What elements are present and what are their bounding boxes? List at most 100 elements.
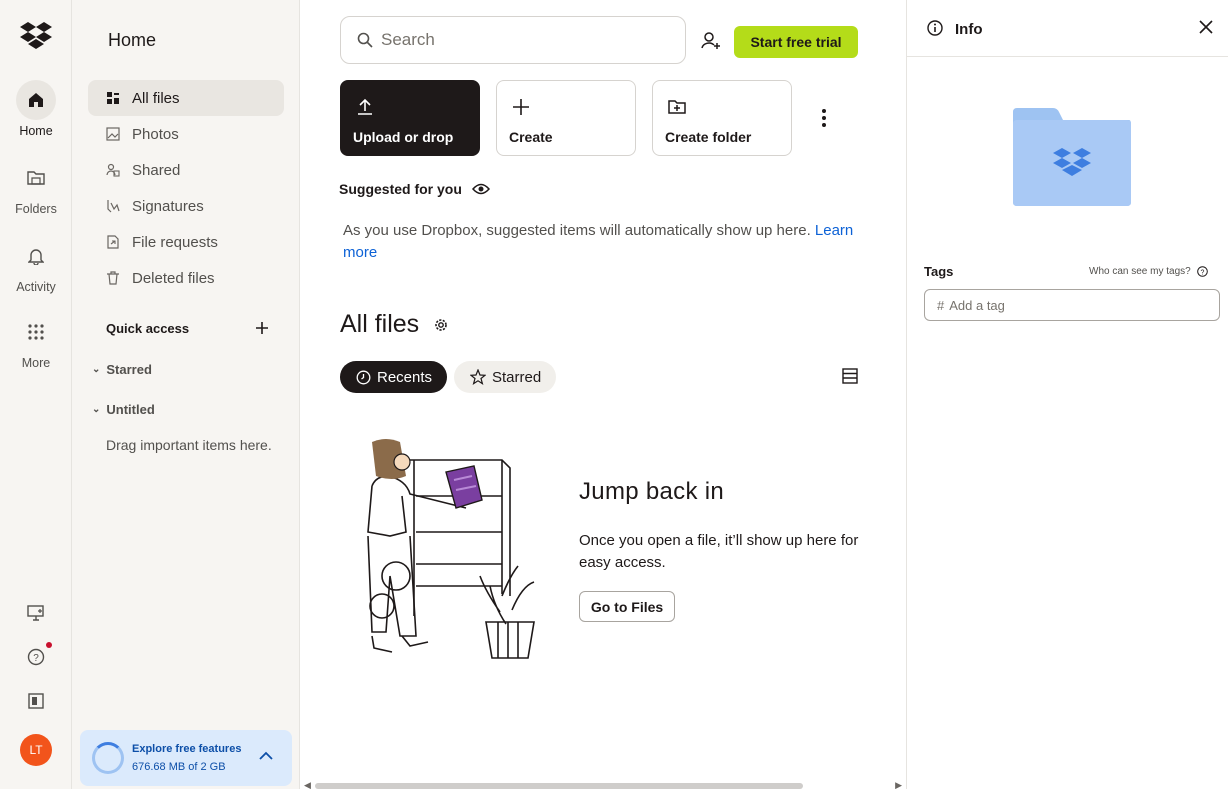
rail-activity-label: Activity xyxy=(16,280,56,294)
storage-ring-icon xyxy=(92,742,124,774)
tag-field[interactable]: # xyxy=(924,289,1220,321)
file-request-icon xyxy=(107,235,119,249)
chevron-down-icon: ⌄ xyxy=(92,364,101,375)
signature-icon xyxy=(107,200,120,213)
desktop-app-button[interactable] xyxy=(0,604,72,622)
plus-icon xyxy=(256,322,268,334)
empty-state-text: Once you open a file, it’ll show up here… xyxy=(579,532,859,571)
app-rail: Home Folders Activity More ? LT xyxy=(0,0,72,789)
help-icon: ? xyxy=(27,648,45,666)
home-icon xyxy=(29,93,43,107)
search-input[interactable] xyxy=(381,30,671,50)
suggested-title: Suggested for you xyxy=(339,181,462,197)
svg-text:?: ? xyxy=(33,653,39,664)
who-can-see-tags-link[interactable]: Who can see my tags? ? xyxy=(1089,266,1208,277)
bell-icon xyxy=(28,249,44,265)
sidebar-item-all-files[interactable]: All files xyxy=(88,80,284,116)
upload-tile[interactable]: Upload or drop xyxy=(340,80,480,156)
sidebar-item-label: All files xyxy=(132,89,180,107)
rail-more[interactable]: More xyxy=(0,312,72,370)
create-folder-tile[interactable]: Create folder xyxy=(652,80,792,156)
upload-label: Upload or drop xyxy=(353,129,454,145)
folder-plus-icon xyxy=(668,100,686,114)
sidebar-item-label: Signatures xyxy=(132,197,204,215)
who-can-see-text: Who can see my tags? xyxy=(1089,266,1191,277)
scroll-left-icon[interactable]: ◀ xyxy=(304,780,311,789)
starred-group-toggle[interactable]: ⌄ Starred xyxy=(92,362,152,377)
add-quick-access-button[interactable] xyxy=(256,318,268,338)
close-icon[interactable] xyxy=(1199,20,1213,34)
list-view-icon[interactable] xyxy=(842,368,858,384)
all-files-icon xyxy=(107,92,119,104)
sidebar-item-file-requests[interactable]: File requests xyxy=(88,224,284,260)
desktop-icon xyxy=(27,605,44,621)
sidebar-nav: All files Photos Shared Signatures File … xyxy=(88,80,284,296)
create-label: Create xyxy=(509,129,553,145)
panel-icon xyxy=(28,693,44,709)
hash-icon: # xyxy=(937,297,945,313)
photo-icon xyxy=(106,127,120,141)
main-content: Start free trial Upload or drop Create C… xyxy=(300,0,906,789)
add-tag-input[interactable] xyxy=(949,297,1210,313)
sidebar-item-label: File requests xyxy=(132,233,218,251)
untitled-group-toggle[interactable]: ⌄ Untitled xyxy=(92,402,155,417)
info-header: Info xyxy=(907,0,1228,57)
create-folder-label: Create folder xyxy=(665,129,752,145)
trash-icon xyxy=(107,271,119,285)
rail-folders[interactable]: Folders xyxy=(0,158,72,216)
all-files-heading: All files xyxy=(340,310,449,339)
quick-access-heading: Quick access xyxy=(106,321,190,336)
tab-starred[interactable]: Starred xyxy=(454,361,557,393)
more-options-icon[interactable] xyxy=(816,106,832,130)
sidebar-title: Home xyxy=(108,30,157,50)
sidebar-item-signatures[interactable]: Signatures xyxy=(88,188,284,224)
chevron-down-icon: ⌄ xyxy=(92,404,101,415)
starred-group-label: Starred xyxy=(106,362,152,377)
start-free-trial-button[interactable]: Start free trial xyxy=(734,26,858,58)
scroll-right-icon[interactable]: ▶ xyxy=(895,780,902,789)
sidebar-item-photos[interactable]: Photos xyxy=(88,116,284,152)
sidebar-item-deleted-files[interactable]: Deleted files xyxy=(88,260,284,296)
tags-label: Tags xyxy=(924,264,954,279)
empty-state-title: Jump back in xyxy=(579,478,724,505)
shared-icon xyxy=(106,163,120,177)
rail-activity[interactable]: Activity xyxy=(0,236,72,294)
create-tile[interactable]: Create xyxy=(496,80,636,156)
add-user-icon[interactable] xyxy=(700,30,722,52)
tab-starred-label: Starred xyxy=(492,368,542,386)
untitled-group-label: Untitled xyxy=(106,402,155,417)
scrollbar-thumb[interactable] xyxy=(315,783,803,789)
star-icon xyxy=(470,369,486,385)
storage-usage: 676.68 MB of 2 GB xyxy=(132,761,226,773)
search-icon xyxy=(357,32,373,48)
rail-folders-label: Folders xyxy=(15,202,57,216)
gear-icon[interactable] xyxy=(433,317,449,333)
eye-icon[interactable] xyxy=(471,183,490,195)
folders-icon xyxy=(27,171,45,185)
rail-more-label: More xyxy=(21,356,51,370)
info-title: Info xyxy=(955,21,983,38)
help-button[interactable]: ? xyxy=(0,648,72,666)
sidebar: Home All files Photos Shared Signatures … xyxy=(72,0,300,789)
tab-recents[interactable]: Recents xyxy=(340,361,448,393)
rail-home[interactable]: Home xyxy=(0,80,72,138)
chevron-up-icon[interactable] xyxy=(256,746,276,766)
sidebar-item-label: Photos xyxy=(132,125,179,143)
dropbox-folder-icon xyxy=(1013,108,1131,206)
horizontal-scrollbar[interactable]: ◀ ▶ xyxy=(300,780,906,789)
svg-text:?: ? xyxy=(1200,269,1204,276)
help-icon: ? xyxy=(1196,266,1208,277)
search-box[interactable] xyxy=(340,16,686,64)
toggle-panel-button[interactable] xyxy=(0,693,72,709)
grid-icon xyxy=(28,324,44,340)
person-with-shelf-illustration xyxy=(367,439,535,659)
go-to-files-button[interactable]: Go to Files xyxy=(579,591,675,622)
sidebar-item-shared[interactable]: Shared xyxy=(88,152,284,188)
dropbox-logo-icon[interactable] xyxy=(20,22,52,50)
info-panel: Info Tags Who can see my tags? ? # xyxy=(906,0,1228,789)
notification-dot xyxy=(46,642,52,648)
drag-hint: Drag important items here. xyxy=(106,437,272,453)
storage-title: Explore free features xyxy=(132,743,242,755)
storage-banner[interactable]: Explore free features 676.68 MB of 2 GB xyxy=(80,730,292,786)
avatar[interactable]: LT xyxy=(20,734,52,766)
